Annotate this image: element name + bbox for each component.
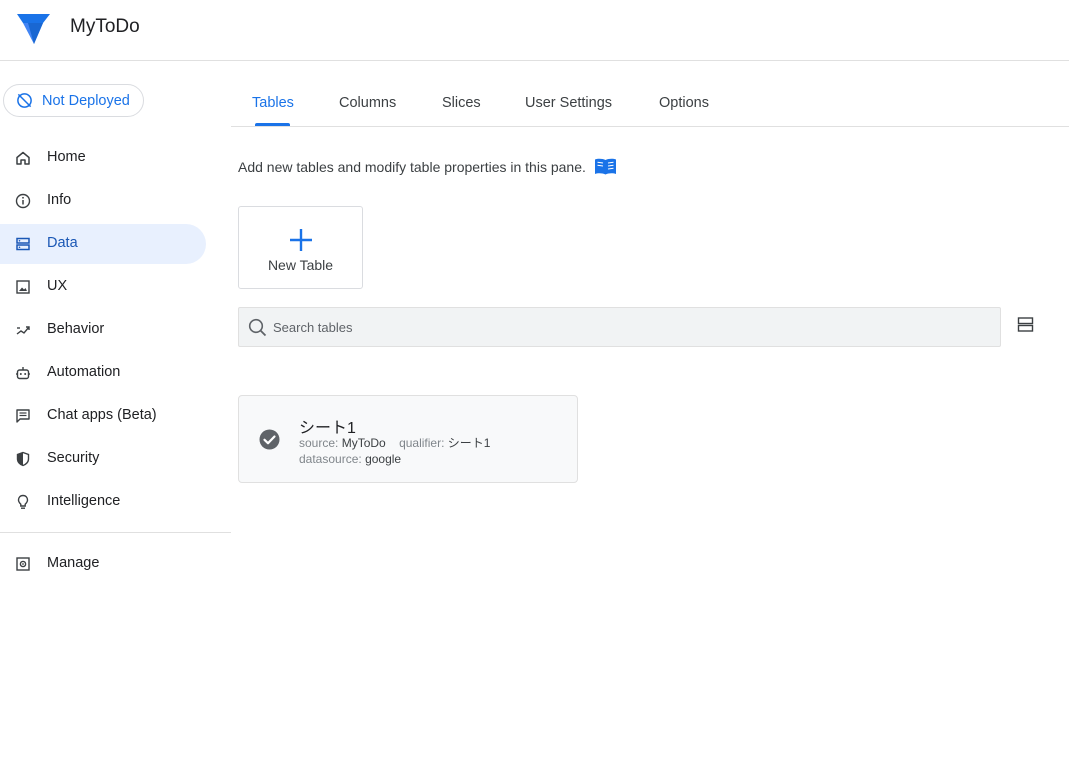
manage-icon <box>15 556 31 572</box>
datasource-value: google <box>365 452 402 466</box>
datasource-key: datasource: <box>299 452 362 466</box>
sidebar-item-label: Behavior <box>47 321 105 337</box>
search-tables-box <box>238 307 1001 347</box>
sidebar-item-ux[interactable]: UX <box>0 267 206 307</box>
sidebar-item-behavior[interactable]: Behavior <box>0 310 206 350</box>
not-deployed-icon <box>17 93 32 108</box>
check-circle-icon <box>259 429 280 450</box>
lightbulb-icon <box>15 494 31 510</box>
qualifier-key: qualifier: <box>399 436 445 450</box>
active-tab-indicator <box>255 123 290 126</box>
table-card[interactable]: シート1 source: MyToDo qualifier: シート1 data… <box>238 395 578 483</box>
chat-icon <box>15 408 31 424</box>
shield-icon <box>15 451 31 467</box>
app-title: MyToDo <box>70 16 140 37</box>
sidebar-divider <box>0 532 231 533</box>
tab-slices[interactable]: Slices <box>442 95 481 111</box>
robot-icon <box>15 365 31 381</box>
sidebar-item-home[interactable]: Home <box>0 138 206 178</box>
data-icon <box>15 236 31 252</box>
qualifier-value: シート1 <box>447 436 491 450</box>
data-tabs: Tables Columns Slices User Settings Opti… <box>231 61 1069 127</box>
sidebar-item-info[interactable]: Info <box>0 181 206 221</box>
sidebar-item-label: Data <box>47 235 78 251</box>
sidebar-item-manage[interactable]: Manage <box>0 544 206 584</box>
new-table-button[interactable]: New Table <box>238 206 363 289</box>
search-icon <box>248 318 267 337</box>
sidebar-item-label: UX <box>47 278 68 294</box>
sidebar-item-chat-apps[interactable]: Chat apps (Beta) <box>0 396 206 436</box>
app-logo-icon <box>17 14 50 44</box>
pane-description: Add new tables and modify table properti… <box>238 157 617 176</box>
deploy-status-button[interactable]: Not Deployed <box>3 84 144 117</box>
table-meta: source: MyToDo qualifier: シート1 datasourc… <box>299 435 509 467</box>
tab-user-settings[interactable]: User Settings <box>525 95 612 111</box>
home-icon <box>15 150 31 166</box>
tab-columns[interactable]: Columns <box>339 95 396 111</box>
sidebar-item-label: Home <box>47 149 86 165</box>
sidebar-item-intelligence[interactable]: Intelligence <box>0 482 206 522</box>
info-icon <box>15 193 31 209</box>
sidebar-item-label: Info <box>47 192 72 208</box>
sidebar-item-label: Intelligence <box>47 493 121 509</box>
sidebar-item-security[interactable]: Security <box>0 439 206 479</box>
top-bar: MyToDo <box>0 0 1069 61</box>
tab-tables[interactable]: Tables <box>252 95 294 111</box>
new-table-label: New Table <box>267 257 334 273</box>
sidebar-item-automation[interactable]: Automation <box>0 353 206 393</box>
sidebar: Not Deployed Home Info Data UX Behavior … <box>0 61 231 758</box>
tab-options[interactable]: Options <box>659 95 709 111</box>
source-value: MyToDo <box>341 436 386 450</box>
sidebar-item-label: Manage <box>47 555 100 571</box>
source-key: source: <box>299 436 339 450</box>
view-toggle-icon[interactable] <box>1017 316 1034 333</box>
deploy-status-label: Not Deployed <box>42 92 130 109</box>
search-tables-input[interactable] <box>273 317 973 337</box>
sidebar-item-label: Security <box>47 450 100 466</box>
behavior-icon <box>15 322 31 338</box>
ux-icon <box>15 279 31 295</box>
sidebar-item-label: Chat apps (Beta) <box>47 407 157 423</box>
plus-icon <box>290 229 312 251</box>
documentation-book-icon[interactable] <box>594 157 617 176</box>
sidebar-item-label: Automation <box>47 364 121 380</box>
sidebar-item-data[interactable]: Data <box>0 224 206 264</box>
pane-description-text: Add new tables and modify table properti… <box>238 158 586 175</box>
